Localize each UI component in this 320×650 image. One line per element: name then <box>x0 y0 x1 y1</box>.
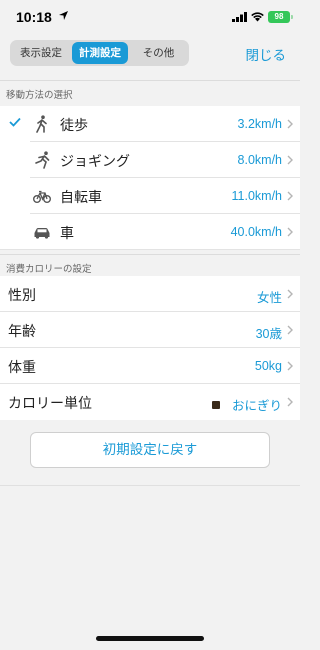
movement-row-jogging[interactable]: ジョギング 8.0km/h <box>0 142 300 178</box>
movement-section-header: 移動方法の選択 <box>0 80 300 106</box>
calorie-label: 体重 <box>8 360 36 376</box>
movement-speed: 3.2km/h <box>237 117 282 131</box>
calorie-row-weight[interactable]: 体重 50kg <box>0 348 300 384</box>
car-icon <box>34 228 50 239</box>
chevron-right-icon <box>287 191 293 201</box>
nav-bar: 表示設定 計測設定 その他 閉じる <box>0 36 300 74</box>
movement-row-walk[interactable]: 徒歩 3.2km/h <box>0 106 300 142</box>
movement-row-bicycle[interactable]: 自転車 11.0km/h <box>0 178 300 214</box>
calorie-label: カロリー単位 <box>8 396 92 412</box>
chevron-right-icon <box>287 289 293 299</box>
movement-speed: 8.0km/h <box>237 153 282 167</box>
chevron-right-icon <box>287 397 293 407</box>
reset-defaults-button[interactable]: 初期設定に戻す <box>30 432 270 468</box>
chevron-right-icon <box>287 119 293 129</box>
calorie-value: 女性 <box>256 291 282 305</box>
status-bar: 10:18 98 <box>0 0 300 36</box>
chevron-right-icon <box>287 325 293 335</box>
movement-speed: 11.0km/h <box>231 189 283 203</box>
checkmark-icon <box>9 117 21 127</box>
calorie-row-age[interactable]: 年齢 30歳 <box>0 312 300 348</box>
calorie-row-gender[interactable]: 性別 女性 <box>0 276 300 312</box>
movement-label: 自転車 <box>60 190 102 206</box>
calorie-value: おにぎり <box>231 399 282 413</box>
divider <box>0 485 300 486</box>
calorie-value: 50kg <box>254 359 282 373</box>
settings-segmented-control: 表示設定 計測設定 その他 <box>10 40 189 66</box>
calorie-value: 30歳 <box>255 327 282 341</box>
movement-label: 車 <box>60 226 74 242</box>
run-icon <box>35 151 50 169</box>
movement-label: 徒歩 <box>60 118 88 134</box>
close-button[interactable]: 閉じる <box>246 44 287 64</box>
tab-other[interactable]: その他 <box>131 42 186 64</box>
movement-label: ジョギング <box>60 154 130 170</box>
movement-speed: 40.0km/h <box>230 225 282 239</box>
calorie-row-unit[interactable]: カロリー単位 おにぎり <box>0 384 300 420</box>
onigiri-icon <box>212 401 220 409</box>
status-time: 10:18 <box>16 9 52 25</box>
chevron-right-icon <box>287 227 293 237</box>
calorie-label: 性別 <box>8 288 36 304</box>
location-arrow-icon <box>59 11 68 20</box>
tab-display-settings[interactable]: 表示設定 <box>13 42 69 64</box>
home-indicator <box>96 636 204 641</box>
battery-indicator: 98 <box>268 11 293 23</box>
chevron-right-icon <box>287 155 293 165</box>
wifi-icon <box>251 12 264 22</box>
calorie-label: 年齢 <box>8 324 36 340</box>
movement-row-car[interactable]: 車 40.0km/h <box>0 214 300 250</box>
chevron-right-icon <box>287 361 293 371</box>
walk-icon <box>36 115 47 133</box>
bicycle-icon <box>33 190 51 203</box>
tab-measurement-settings[interactable]: 計測設定 <box>72 42 128 64</box>
cellular-signal-icon <box>232 12 247 22</box>
